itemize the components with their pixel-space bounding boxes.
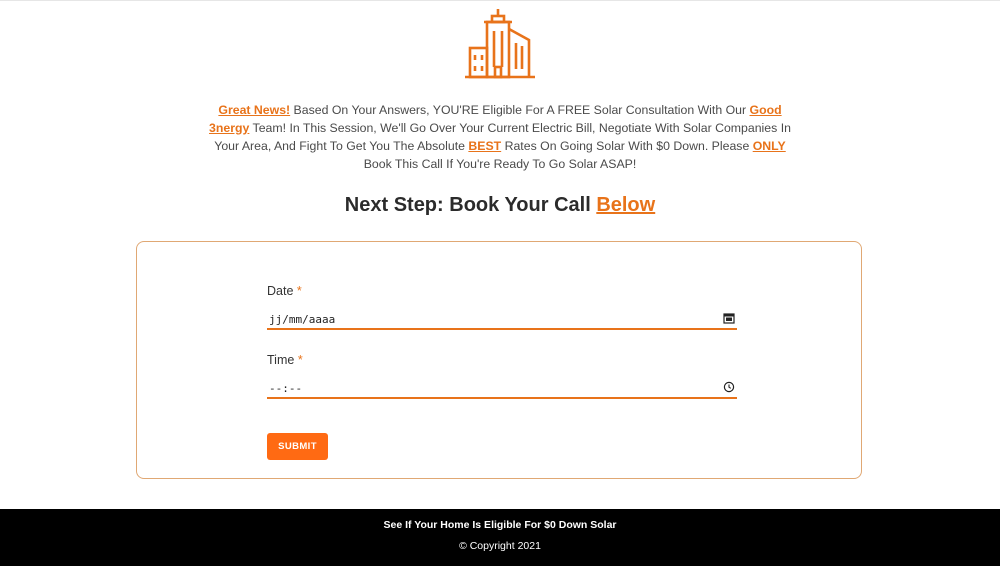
time-input-value: --:-- (269, 382, 303, 395)
calendar-icon[interactable] (723, 312, 735, 324)
date-input-value: jj/mm/aaaa (269, 313, 336, 326)
intro-text-4: Book This Call If You're Ready To Go Sol… (363, 157, 637, 171)
booking-form-card (136, 241, 862, 479)
footer-copyright: © Copyright 2021 (459, 540, 541, 552)
heading-text: Next Step: Book Your Call (344, 194, 597, 216)
required-marker: * (296, 284, 302, 298)
great-news-highlight: Great News! (218, 103, 291, 117)
time-label-text: Time (267, 353, 295, 367)
page-heading: Next Step: Book Your Call Below (0, 194, 1000, 217)
top-divider (0, 0, 1000, 1)
intro-paragraph: Great News! Based On Your Answers, YOU'R… (200, 101, 800, 173)
intro-text-3: Rates On Going Solar With $0 Down. Pleas… (501, 139, 753, 153)
time-label: Time * (267, 353, 303, 367)
building-icon (465, 9, 535, 79)
only-highlight: ONLY (752, 139, 786, 153)
date-label: Date * (267, 284, 302, 298)
time-input[interactable]: --:-- (267, 381, 737, 399)
footer: See If Your Home Is Eligible For $0 Down… (0, 509, 1000, 566)
footer-tagline: See If Your Home Is Eligible For $0 Down… (383, 519, 617, 531)
clock-icon[interactable] (723, 381, 735, 393)
best-highlight: BEST (468, 139, 502, 153)
heading-highlight: Below (596, 194, 656, 216)
submit-button[interactable]: SUBMIT (267, 433, 328, 460)
date-input[interactable]: jj/mm/aaaa (267, 312, 737, 330)
date-label-text: Date (267, 284, 294, 298)
required-marker: * (297, 353, 303, 367)
intro-text-1: Based On Your Answers, YOU'RE Eligible F… (290, 103, 750, 117)
